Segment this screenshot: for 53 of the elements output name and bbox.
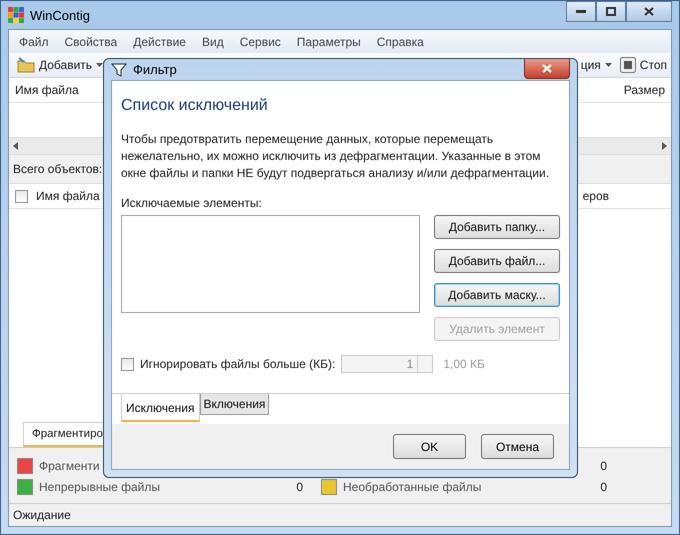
legend-label: Фрагменти bbox=[39, 459, 100, 473]
description-text: Чтобы предотвратить перемещение данных, которые перемещать нежелательно, их можно исключить из дефрагментации. Указанные в этом окне файлы и папки НЕ будут подвергаться анализу и/или дефрагментации. bbox=[121, 131, 550, 182]
tab[interactable]: Включения bbox=[200, 394, 270, 415]
menu-item[interactable]: Справка bbox=[368, 34, 432, 48]
scroll-right-icon[interactable] bbox=[662, 142, 667, 150]
ignore-size-checkbox[interactable] bbox=[121, 358, 134, 370]
minimize-button[interactable] bbox=[566, 1, 596, 22]
menu-item[interactable]: Сервис bbox=[232, 34, 289, 48]
dialog-button[interactable]: Добавить маску... bbox=[434, 283, 560, 307]
column-header[interactable]: Имя файла bbox=[36, 189, 100, 203]
dialog-button[interactable]: Отмена bbox=[481, 434, 554, 459]
legend-count: 0 bbox=[296, 480, 303, 494]
close-button[interactable] bbox=[626, 1, 672, 22]
legend-label: Непрерывные файлы bbox=[39, 480, 160, 494]
maximize-icon bbox=[606, 7, 616, 16]
select-all-checkbox[interactable] bbox=[15, 190, 28, 202]
scroll-left-icon[interactable] bbox=[13, 142, 18, 150]
dialog-button[interactable]: OK bbox=[393, 434, 466, 459]
close-icon bbox=[644, 7, 654, 16]
toolbar-button[interactable]: ция bbox=[580, 58, 601, 72]
folder-icon bbox=[17, 57, 35, 73]
toolbar-button[interactable]: Стоп bbox=[640, 58, 667, 72]
status-text: Ожидание bbox=[13, 508, 71, 522]
tab[interactable]: Исключения bbox=[121, 394, 200, 422]
minimize-icon bbox=[576, 10, 586, 14]
dialog-title: Фильтр bbox=[133, 62, 177, 77]
column-header[interactable]: еров bbox=[582, 189, 609, 203]
app-logo-icon bbox=[8, 7, 24, 23]
legend-count: 0 bbox=[600, 459, 607, 473]
menu-item[interactable]: Действие bbox=[125, 34, 194, 48]
window-title: WinContig bbox=[30, 8, 90, 22]
column-header[interactable]: Имя файла bbox=[15, 83, 79, 97]
menu-item[interactable]: Вид bbox=[194, 34, 232, 48]
maximize-button[interactable] bbox=[596, 1, 626, 22]
column-header[interactable]: Размер bbox=[624, 83, 665, 97]
menu-item[interactable]: Параметры bbox=[288, 34, 369, 48]
legend-label: Необработанные файлы bbox=[343, 480, 482, 494]
close-button[interactable] bbox=[524, 59, 570, 79]
dialog-heading: Список исключений bbox=[121, 97, 269, 115]
legend-count: 0 bbox=[600, 480, 607, 494]
dialog-button[interactable]: Добавить файл... bbox=[434, 249, 560, 273]
toolbar-button[interactable]: Добавить bbox=[39, 58, 92, 72]
excluded-items-list[interactable] bbox=[121, 215, 420, 313]
stop-icon bbox=[620, 57, 636, 73]
menu-item[interactable]: Свойства bbox=[56, 34, 126, 48]
size-reading: 1,00 КБ bbox=[443, 357, 485, 371]
menu-item[interactable]: Файл bbox=[11, 34, 57, 48]
total-objects-label: Всего объектов: bbox=[13, 162, 102, 176]
list-label: Исключаемые элементы: bbox=[121, 196, 263, 210]
close-icon bbox=[542, 64, 552, 73]
funnel-icon bbox=[111, 62, 127, 78]
dialog-button[interactable]: Добавить папку... bbox=[434, 215, 560, 239]
ignore-size-label: Игнорировать файлы больше (КБ): bbox=[140, 357, 336, 371]
